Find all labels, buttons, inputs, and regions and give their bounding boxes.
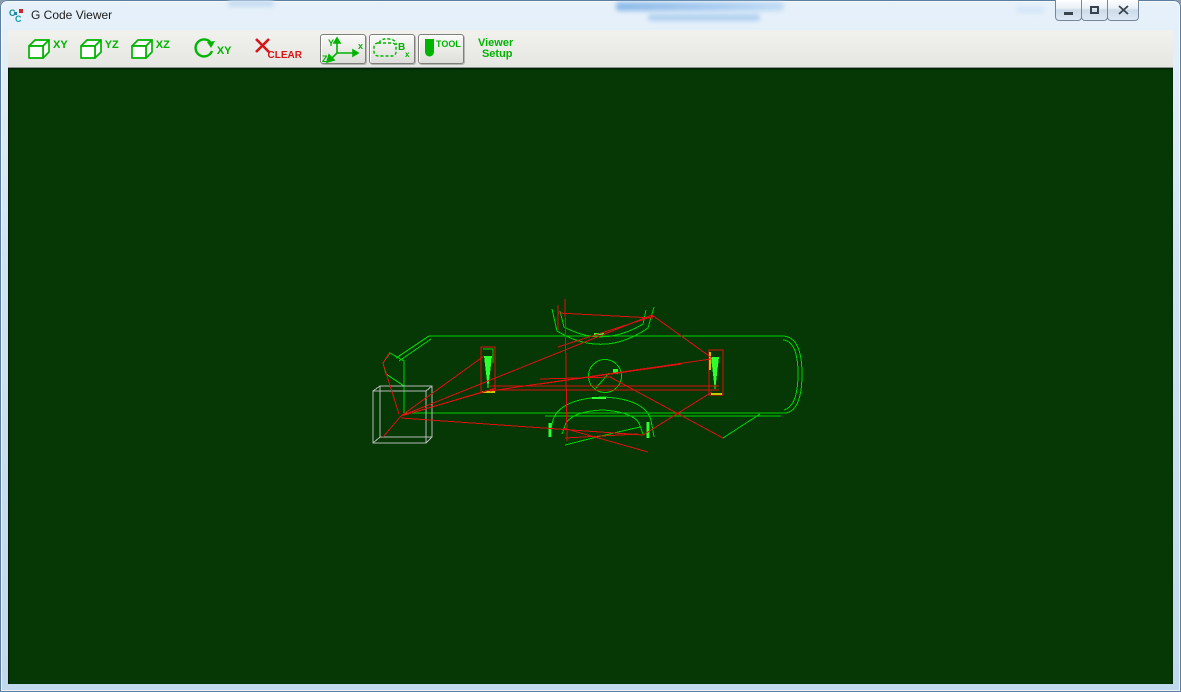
view-yz-label: YZ: [105, 40, 119, 51]
background-window-artifact: [228, 0, 274, 7]
cube-yz-icon: [78, 37, 104, 61]
rotate-xy-button[interactable]: XY: [192, 37, 232, 61]
client-area: XY YZ: [8, 30, 1173, 684]
window-controls: [1056, 0, 1139, 21]
minimize-button[interactable]: [1055, 0, 1082, 21]
viewer-setup-button[interactable]: Viewer Setup: [478, 38, 513, 60]
tool-label: TOOL: [436, 39, 461, 49]
viewer-setup-line2: Setup: [478, 49, 513, 60]
axes-y-label: Y: [328, 38, 334, 48]
bounding-box-button[interactable]: B x: [369, 34, 415, 64]
axes-view-button[interactable]: Y x Z: [320, 34, 366, 64]
clear-label: CLEAR: [268, 50, 302, 61]
background-window-artifact: [616, 2, 784, 11]
tool-display-button[interactable]: TOOL: [418, 34, 464, 64]
app-icon: C C: [9, 7, 25, 23]
view-xz-label: XZ: [156, 40, 170, 51]
app-window: C C G Code Viewer: [0, 0, 1181, 692]
view-xy-button[interactable]: XY: [26, 37, 68, 61]
window-title: G Code Viewer: [31, 8, 112, 22]
background-window-artifact: [1016, 7, 1044, 13]
axes-z-label: Z: [322, 54, 328, 63]
close-icon: [1118, 5, 1129, 15]
title-bar[interactable]: C C G Code Viewer: [0, 0, 1181, 30]
maximize-icon: [1090, 6, 1099, 14]
rotate-label: XY: [217, 46, 232, 57]
toolpath-drawing: [8, 68, 1173, 684]
rotate-icon: [192, 37, 216, 61]
svg-text:C: C: [15, 14, 22, 23]
toolbar: XY YZ: [8, 30, 1173, 68]
view-xz-button[interactable]: XZ: [129, 37, 170, 61]
minimize-icon: [1064, 12, 1073, 15]
close-button[interactable]: [1107, 0, 1139, 21]
clear-button[interactable]: CLEAR: [254, 36, 302, 62]
background-window-artifact: [648, 14, 760, 21]
gcode-canvas[interactable]: [8, 68, 1173, 684]
cube-xz-icon: [129, 37, 155, 61]
axes-x-label: x: [358, 41, 363, 51]
box-icon: B x: [371, 35, 413, 63]
box-x-label: x: [405, 50, 410, 59]
maximize-button[interactable]: [1081, 0, 1108, 21]
axes-icon: Y x Z: [322, 35, 364, 63]
viewer-setup-line1: Viewer: [478, 38, 513, 49]
cube-xy-icon: [26, 37, 52, 61]
view-yz-button[interactable]: YZ: [78, 37, 119, 61]
view-xy-label: XY: [53, 40, 68, 51]
tool-bit-icon: TOOL: [420, 35, 462, 63]
